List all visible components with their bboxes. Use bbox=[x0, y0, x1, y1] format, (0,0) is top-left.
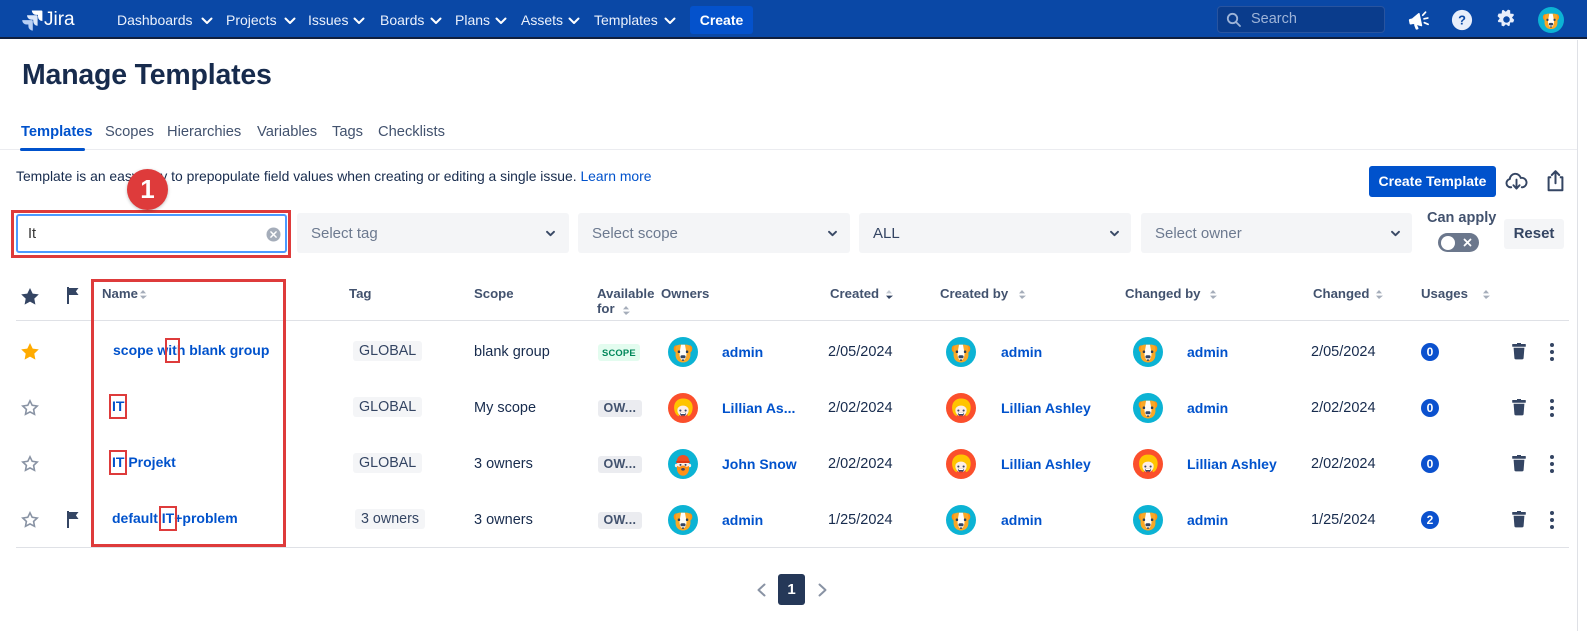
svg-text:?: ? bbox=[1458, 13, 1466, 28]
